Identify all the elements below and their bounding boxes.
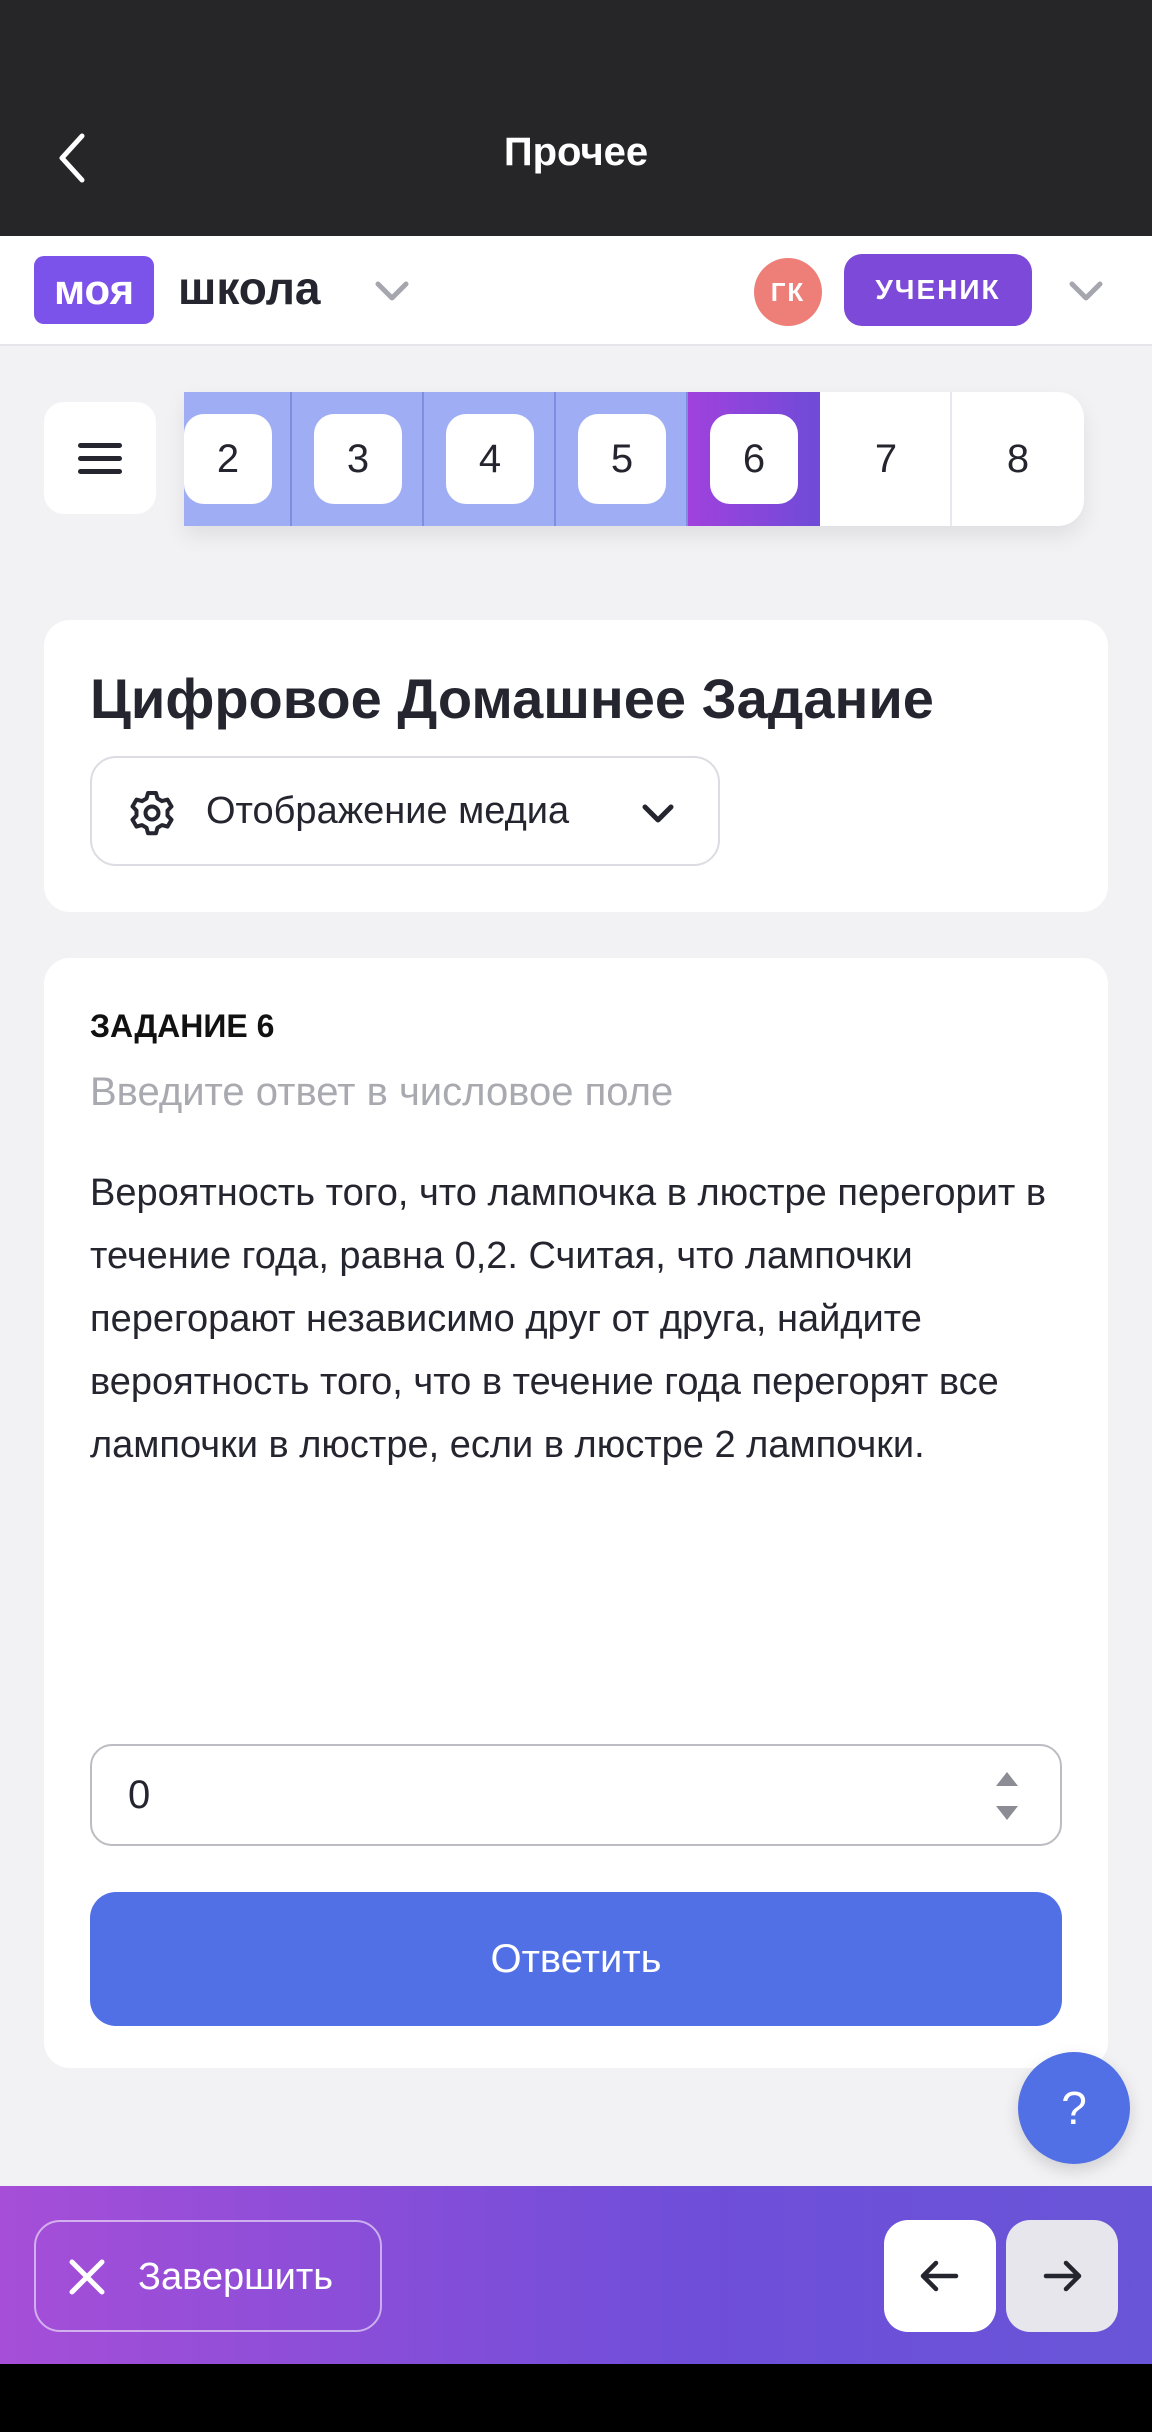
page-title: Цифровое Домашнее Задание — [90, 667, 934, 730]
media-select-label: Отображение медиа — [206, 790, 570, 832]
task-number: 3 — [314, 414, 402, 504]
task-tab[interactable]: 2 — [184, 392, 292, 526]
task-tab[interactable]: 7 — [820, 392, 952, 526]
task-number: 2 — [184, 414, 272, 504]
task-number: 4 — [446, 414, 534, 504]
task-question: Вероятность того, что лампочка в люстре … — [90, 1172, 1047, 1466]
arrow-right-icon — [1043, 2260, 1082, 2292]
task-tab[interactable]: 3 — [292, 392, 424, 526]
next-task-button[interactable] — [1006, 2220, 1118, 2332]
brand-bar: моя школа ГК УЧЕНИК — [0, 236, 1152, 346]
avatar[interactable]: ГК — [754, 258, 822, 326]
answer-input[interactable] — [128, 1746, 928, 1844]
task-number: 5 — [578, 414, 666, 504]
app-bar: Прочее — [0, 0, 1152, 236]
menu-button[interactable] — [44, 402, 156, 514]
answer-field[interactable] — [90, 1744, 1062, 1846]
finish-button[interactable]: Завершить — [34, 2220, 382, 2332]
app-bar-title: Прочее — [503, 130, 649, 174]
help-button[interactable]: ? — [1018, 2052, 1130, 2164]
chevron-down-icon[interactable] — [1066, 276, 1106, 306]
chevron-down-icon[interactable] — [372, 276, 412, 306]
close-icon — [69, 2259, 105, 2295]
task-label: ЗАДАНИЕ 6 — [90, 1008, 275, 1044]
gear-icon — [130, 791, 174, 836]
task-hint: Введите ответ в числовое поле — [90, 1070, 674, 1114]
header-card: Цифровое Домашнее Задание Отображение ме… — [44, 620, 1108, 912]
system-nav-bar — [0, 2364, 1152, 2432]
role-badge[interactable]: УЧЕНИК — [844, 254, 1032, 326]
task-tab[interactable]: 5 — [556, 392, 688, 526]
chevron-down-icon — [642, 804, 674, 823]
task-card: ЗАДАНИЕ 6 Введите ответ в числовое поле … — [44, 958, 1108, 2068]
bottom-bar: Завершить — [0, 2186, 1152, 2364]
task-number: 7 — [874, 437, 898, 481]
logo-part1: моя — [34, 256, 155, 324]
arrow-left-icon — [920, 2260, 959, 2292]
task-tab[interactable]: 4 — [424, 392, 556, 526]
task-number: 8 — [1006, 437, 1030, 481]
stepper-icon[interactable] — [994, 1768, 1020, 1824]
task-tab-active[interactable]: 6 — [688, 392, 820, 526]
media-display-select[interactable]: Отображение медиа — [90, 756, 720, 866]
finish-label: Завершить — [138, 2256, 334, 2298]
task-navigator: 2 3 4 5 6 7 8 — [184, 392, 1084, 526]
previous-task-button[interactable] — [884, 2220, 996, 2332]
task-tab[interactable]: 8 — [952, 392, 1084, 526]
submit-answer-button[interactable]: Ответить — [90, 1892, 1062, 2026]
hamburger-icon — [78, 443, 122, 448]
task-number: 6 — [710, 414, 798, 504]
logo-part2: школа — [178, 262, 321, 314]
